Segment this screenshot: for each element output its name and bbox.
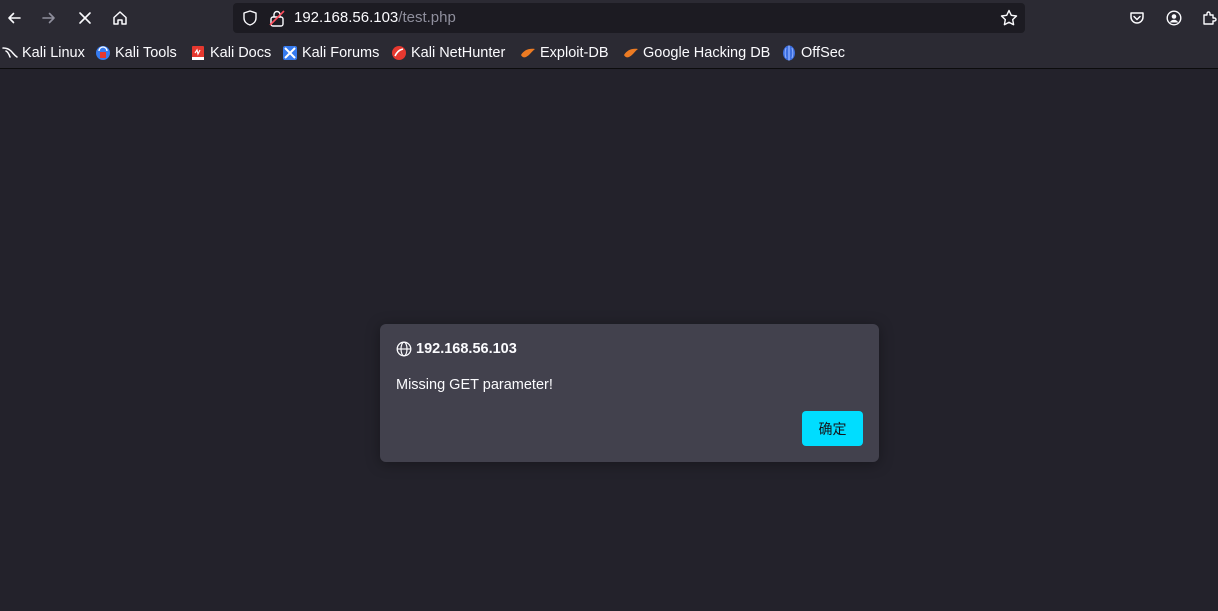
bookmark-kali-docs[interactable]: Kali Docs xyxy=(190,43,271,63)
bookmarks-toolbar: Kali Linux Kali Tools Kali Docs Kali For… xyxy=(0,36,1218,69)
account-button[interactable] xyxy=(1160,4,1188,32)
bookmark-exploit-db[interactable]: Exploit-DB xyxy=(520,43,609,63)
pocket-icon xyxy=(1130,12,1144,24)
url-text[interactable]: 192.168.56.103/test.php xyxy=(294,3,456,33)
kali-tools-icon xyxy=(96,46,110,60)
account-icon xyxy=(1166,10,1182,26)
home-button[interactable] xyxy=(106,4,134,32)
ghdb-icon xyxy=(624,48,638,58)
bookmark-google-hacking-db[interactable]: Google Hacking DB xyxy=(623,43,770,63)
alert-dialog: 192.168.56.103 Missing GET parameter! 确定 xyxy=(380,324,879,462)
bookmark-star-icon[interactable] xyxy=(999,8,1019,28)
home-icon xyxy=(113,11,127,25)
back-button[interactable] xyxy=(0,4,28,32)
offsec-icon xyxy=(783,45,795,61)
url-bar[interactable]: 192.168.56.103/test.php xyxy=(233,3,1025,33)
dialog-message: Missing GET parameter! xyxy=(396,377,553,393)
extensions-button[interactable] xyxy=(1196,4,1218,32)
insecure-lock-icon[interactable] xyxy=(269,9,285,27)
bookmark-label: Kali Docs xyxy=(210,45,272,61)
bookmark-kali-forums[interactable]: Kali Forums xyxy=(282,43,379,63)
dialog-header: 192.168.56.103 xyxy=(396,340,517,358)
bookmark-label: Exploit-DB xyxy=(540,45,609,61)
globe-icon xyxy=(396,341,412,357)
url-host: 192.168.56.103 xyxy=(294,9,399,26)
forward-button[interactable] xyxy=(35,4,63,32)
bookmark-label: OffSec xyxy=(801,45,846,61)
kali-nethunter-icon xyxy=(392,46,406,60)
navigation-toolbar: 192.168.56.103/test.php xyxy=(0,0,1218,36)
dialog-origin: 192.168.56.103 xyxy=(416,341,517,357)
stop-x-icon xyxy=(79,12,91,24)
stop-button[interactable] xyxy=(71,4,99,32)
bookmark-kali-nethunter[interactable]: Kali NetHunter xyxy=(391,43,505,63)
kali-docs-icon xyxy=(192,46,204,60)
bookmark-label: Kali Tools xyxy=(115,45,177,61)
puzzle-piece-icon xyxy=(1203,11,1217,25)
forward-arrow-icon xyxy=(42,12,55,24)
pocket-button[interactable] xyxy=(1123,4,1151,32)
bookmark-label: Google Hacking DB xyxy=(643,45,771,61)
exploit-db-icon xyxy=(521,48,535,58)
kali-dragon-icon xyxy=(2,47,18,58)
ok-button[interactable]: 确定 xyxy=(802,411,863,446)
tracking-protection-shield-icon[interactable] xyxy=(241,9,259,27)
bookmark-kali-tools[interactable]: Kali Tools xyxy=(95,43,177,63)
back-arrow-icon xyxy=(8,12,21,24)
url-path: /test.php xyxy=(398,9,456,26)
bookmark-offsec[interactable]: OffSec xyxy=(781,43,845,63)
bookmark-kali-linux[interactable]: Kali Linux xyxy=(2,43,85,63)
bookmark-label: Kali NetHunter xyxy=(411,45,506,61)
bookmark-label: Kali Forums xyxy=(302,45,380,61)
bookmark-label: Kali Linux xyxy=(22,45,85,61)
kali-forums-icon xyxy=(283,46,297,60)
